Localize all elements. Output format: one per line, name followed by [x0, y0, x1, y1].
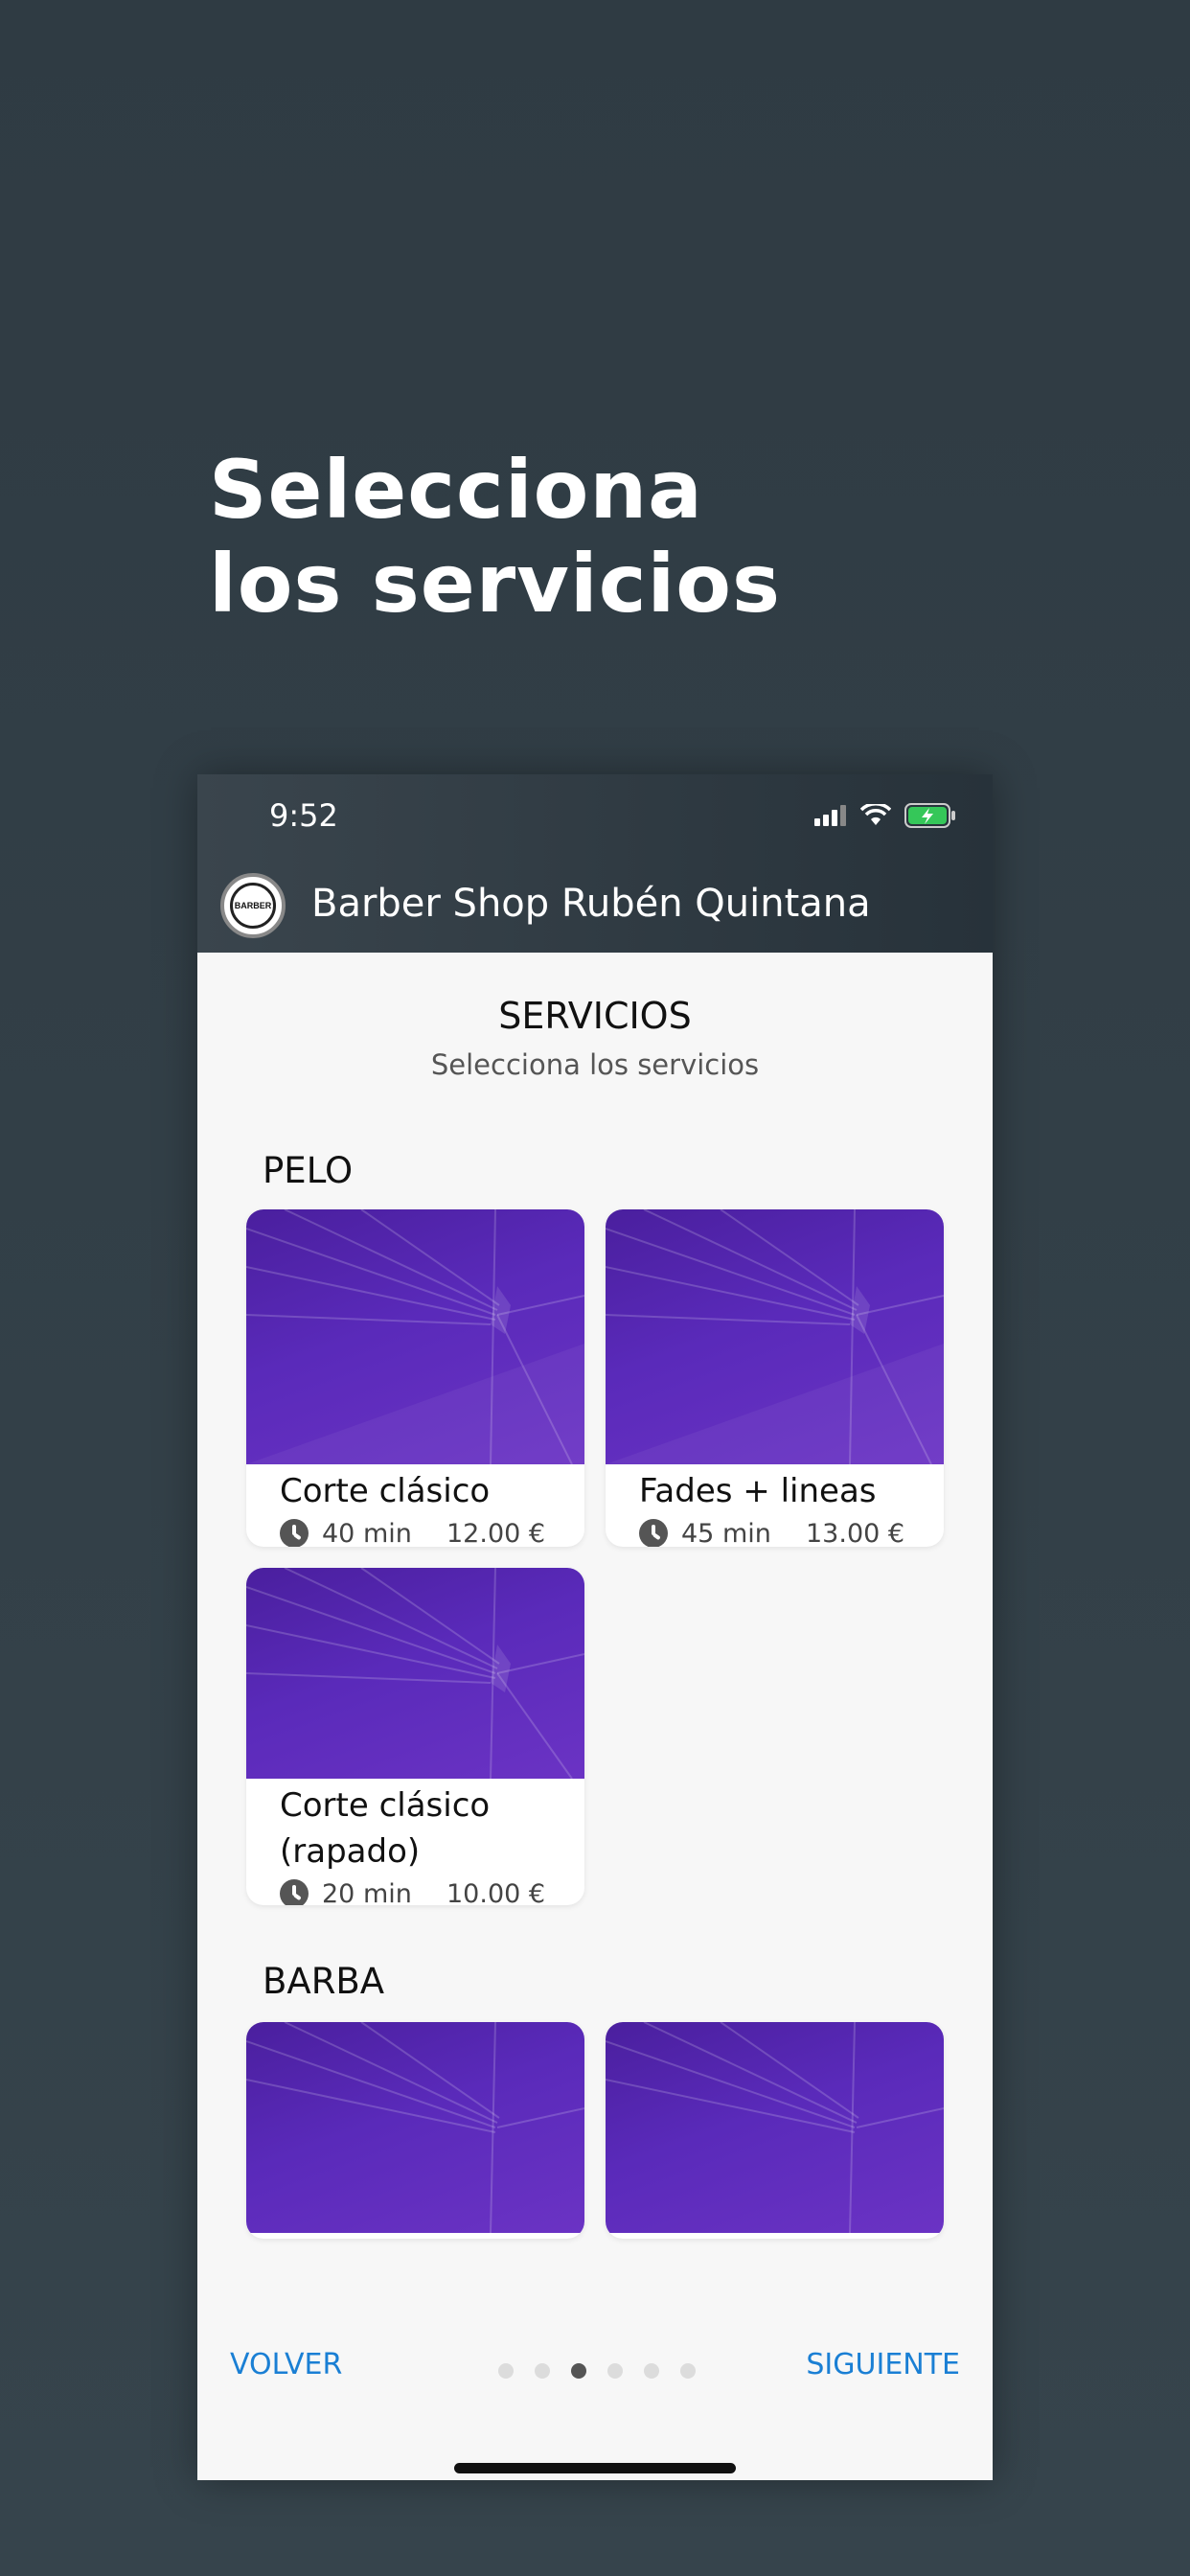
category-title-pelo: PELO [263, 1150, 354, 1191]
shop-name: Barber Shop Rubén Quintana [311, 882, 871, 926]
pager-dot [607, 2363, 623, 2379]
clock-icon [639, 1519, 668, 1547]
service-card[interactable]: Corte clásico (rapado) 20 min 10.00 € [246, 1568, 584, 1905]
pager-dot [498, 2363, 514, 2379]
service-title: Fades + lineas [639, 1472, 877, 1510]
service-card[interactable] [246, 2022, 584, 2239]
service-duration: 45 min [681, 1518, 771, 1548]
service-image [246, 1209, 584, 1464]
app-bar: BARBER Barber Shop Rubén Quintana [197, 859, 993, 953]
service-price: 10.00 € [446, 1878, 546, 1906]
service-image [606, 1209, 944, 1464]
page-title: SERVICIOS [498, 995, 692, 1037]
service-card[interactable]: Fades + lineas 45 min 13.00 € [606, 1209, 944, 1547]
service-meta: 20 min 10.00 € [280, 1874, 584, 1905]
category-title-barba: BARBA [263, 1961, 385, 2002]
service-price: 12.00 € [446, 1518, 546, 1548]
shop-logo: BARBER [220, 873, 286, 938]
service-image [246, 2022, 584, 2233]
pager-dot [535, 2363, 550, 2379]
phone-screen: 9:52 BARBER Barber Shop Rubén Quintana S… [197, 774, 993, 2480]
status-time: 9:52 [269, 797, 338, 834]
battery-charging-icon [904, 803, 955, 828]
pager-dot [644, 2363, 659, 2379]
service-duration: 20 min [322, 1878, 412, 1906]
headline-line-1: Selecciona [209, 443, 703, 537]
service-image [246, 1568, 584, 1779]
service-title: Corte clásico (rapado) [280, 1786, 491, 1871]
pager-dots [498, 2363, 696, 2379]
promo-headline: Selecciona los servicios [209, 443, 781, 631]
pager-dot [680, 2363, 696, 2379]
service-card[interactable] [606, 2022, 944, 2239]
wifi-icon [860, 804, 891, 825]
service-duration: 40 min [322, 1518, 412, 1548]
clock-icon [280, 1519, 309, 1547]
signal-icon [814, 805, 846, 826]
services-content: SERVICIOS Selecciona los servicios PELO … [197, 953, 993, 2480]
page-subtitle: Selecciona los servicios [430, 1048, 760, 1081]
wizard-footer: VOLVER SIGUIENTE [197, 2348, 993, 2405]
clock-icon [280, 1879, 309, 1905]
service-meta: 45 min 13.00 € [639, 1514, 944, 1547]
pager-dot-active [571, 2363, 586, 2379]
service-meta: 40 min 12.00 € [280, 1514, 584, 1547]
next-button[interactable]: SIGUIENTE [806, 2348, 960, 2381]
headline-line-2: los servicios [209, 537, 781, 631]
back-button[interactable]: VOLVER [230, 2348, 342, 2381]
status-bar: 9:52 [197, 774, 993, 859]
service-price: 13.00 € [806, 1518, 905, 1548]
shop-logo-text: BARBER [230, 883, 276, 929]
service-card[interactable]: Corte clásico 40 min 12.00 € [246, 1209, 584, 1547]
home-indicator[interactable] [454, 2463, 736, 2473]
service-image [606, 2022, 944, 2233]
status-icons [814, 803, 956, 828]
service-title: Corte clásico [280, 1472, 491, 1510]
